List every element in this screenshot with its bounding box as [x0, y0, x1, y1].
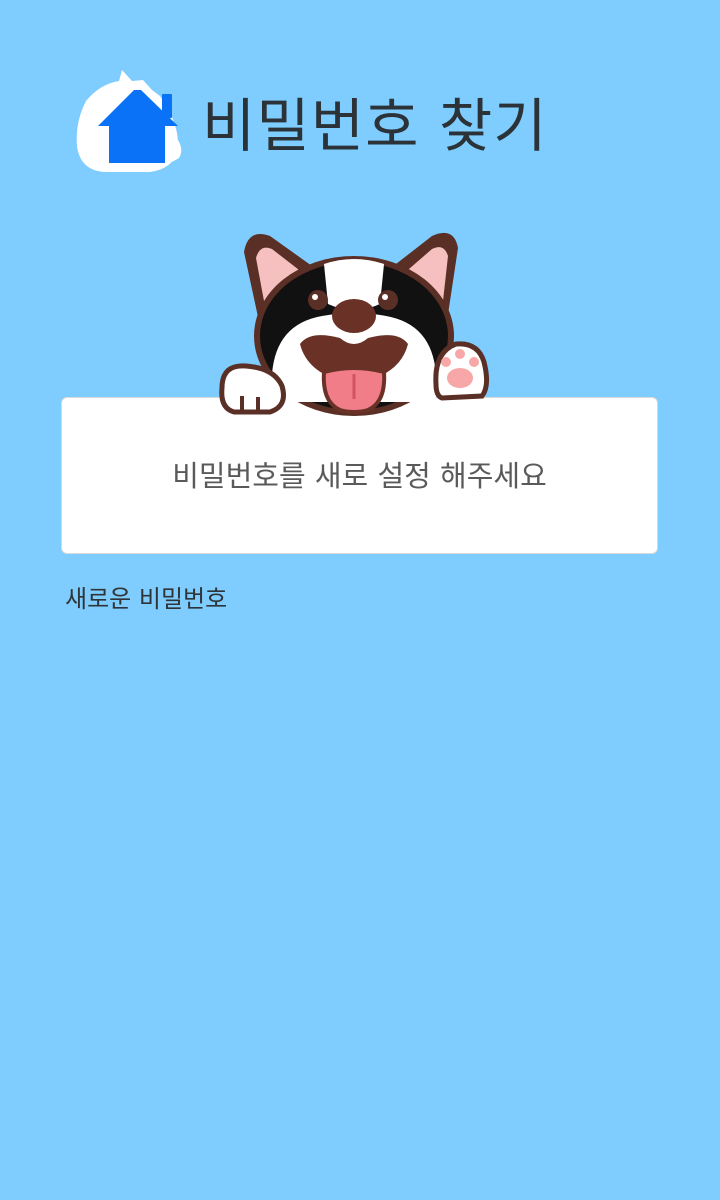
message-card: 비밀번호를 새로 설정 해주세요 — [61, 397, 658, 554]
new-password-label: 새로운 비밀번호 — [65, 585, 228, 613]
header: 비밀번호 찾기 — [74, 66, 634, 178]
page-title: 비밀번호 찾기 — [202, 92, 548, 160]
message-text: 비밀번호를 새로 설정 해주세요 — [172, 459, 547, 493]
password-reset-screen: 비밀번호 찾기 비밀번호를 새로 설정 해주세요 새로운 비밀번호 — [0, 0, 720, 1200]
home-cat-logo-icon — [76, 70, 182, 172]
waving-dog-icon — [219, 232, 490, 416]
